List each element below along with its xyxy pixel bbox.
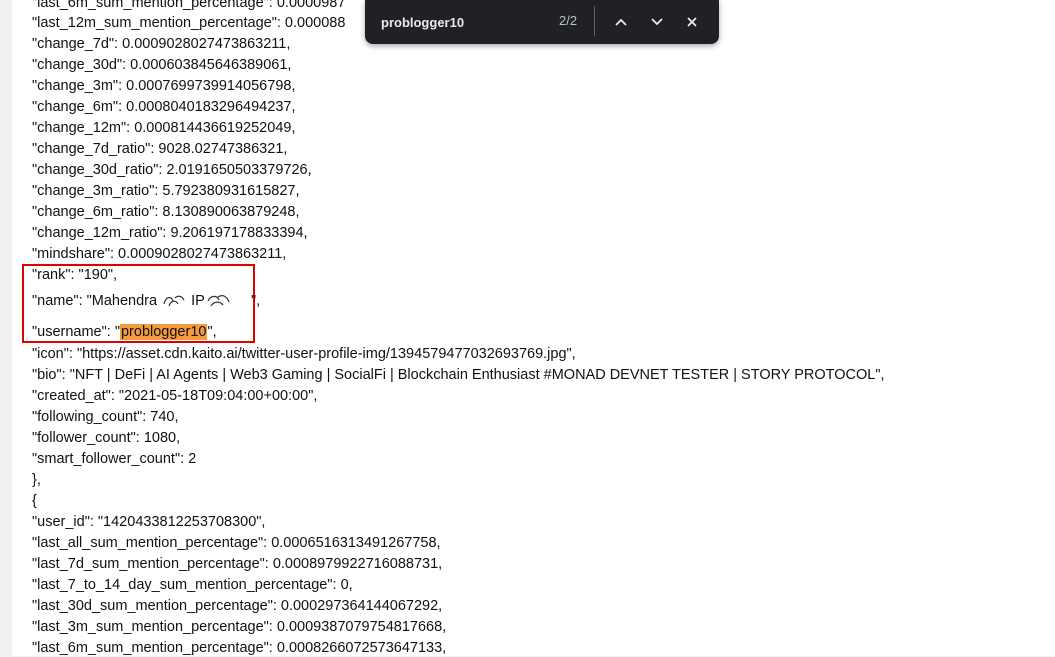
close-find-button[interactable] — [679, 9, 705, 35]
chevron-up-icon — [615, 18, 627, 26]
json-viewer: "last_6m_sum_mention_percentage": 0.0000… — [12, 0, 1055, 656]
username-prefix: "username": " — [32, 324, 120, 340]
json-line: { — [32, 493, 37, 509]
find-match-count: 2/2 — [559, 13, 578, 28]
json-line: "change_30d_ratio": 2.0191650503379726, — [32, 162, 312, 178]
json-line: "change_3m": 0.0007699739914056798, — [32, 78, 296, 94]
json-line: "bio": "NFT | DeFi | AI Agents | Web3 Ga… — [32, 367, 885, 383]
name-prefix: "name": "Mahendra — [32, 293, 158, 309]
find-input[interactable] — [381, 12, 551, 32]
name-suffix: ", — [250, 293, 261, 309]
emoji-icon — [205, 294, 231, 308]
json-line: "change_12m_ratio": 9.206197178833394, — [32, 225, 308, 241]
json-line-name: "name": "Mahendra IP ", — [32, 291, 260, 310]
json-line: "last_6m_sum_mention_percentage": 0.0008… — [32, 640, 447, 656]
json-line: "last_all_sum_mention_percentage": 0.000… — [32, 535, 441, 551]
json-line: "last_3m_sum_mention_percentage": 0.0009… — [32, 619, 447, 635]
json-line: "change_7d_ratio": 9028.02747386321, — [32, 141, 288, 157]
emoji-icon — [161, 294, 187, 308]
json-line-username: "username": "problogger10", — [32, 323, 217, 341]
json-line: "mindshare": 0.0009028027473863211, — [32, 246, 287, 262]
json-line: "change_30d": 0.000603845646389061, — [32, 57, 292, 73]
username-suffix: ", — [207, 324, 217, 340]
json-line: "smart_follower_count": 2 — [32, 451, 197, 467]
json-line: "created_at": "2021-05-18T09:04:00+00:00… — [32, 388, 318, 404]
name-middle: IP — [191, 293, 205, 309]
json-line: "change_6m_ratio": 8.130890063879248, — [32, 204, 300, 220]
json-line: "last_30d_sum_mention_percentage": 0.000… — [32, 598, 443, 614]
json-line-rank: "rank": "190", — [32, 267, 118, 283]
find-bar: 2/2 — [365, 0, 719, 44]
find-separator — [594, 6, 595, 36]
json-line: "last_12m_sum_mention_percentage": 0.000… — [32, 15, 346, 31]
json-line: "icon": "https://asset.cdn.kaito.ai/twit… — [32, 346, 576, 362]
json-line: "change_6m": 0.0008040183296494237, — [32, 99, 296, 115]
json-line: }, — [32, 472, 41, 488]
json-line: "following_count": 740, — [32, 409, 179, 425]
json-line: "last_7_to_14_day_sum_mention_percentage… — [32, 577, 353, 593]
next-match-button[interactable] — [644, 9, 670, 35]
json-line: "change_3m_ratio": 5.792380931615827, — [32, 183, 300, 199]
find-match-highlight: problogger10 — [119, 324, 208, 340]
json-line: "last_7d_sum_mention_percentage": 0.0008… — [32, 556, 443, 572]
json-line: "change_7d": 0.0009028027473863211, — [32, 36, 291, 52]
previous-match-button[interactable] — [608, 9, 634, 35]
close-icon — [687, 17, 697, 27]
json-line: "last_6m_sum_mention_percentage": 0.0000… — [32, 0, 346, 11]
json-line: "follower_count": 1080, — [32, 430, 181, 446]
chevron-down-icon — [651, 18, 663, 26]
json-line: "change_12m": 0.000814436619252049, — [32, 120, 296, 136]
json-line: "user_id": "1420433812253708300", — [32, 514, 266, 530]
